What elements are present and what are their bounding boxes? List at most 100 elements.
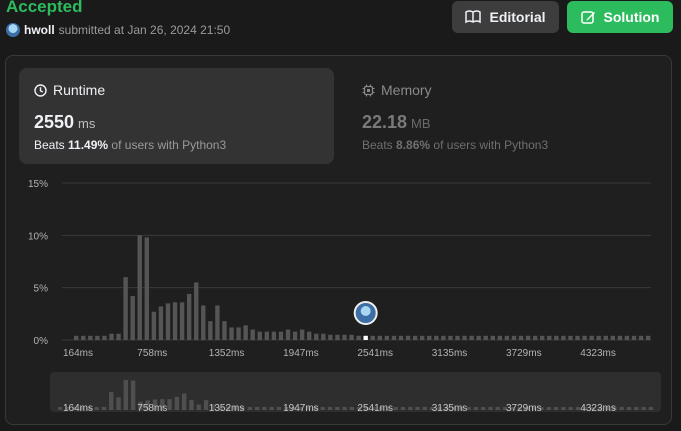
bar[interactable]	[172, 302, 178, 340]
bar[interactable]	[250, 329, 255, 340]
bar[interactable]	[469, 335, 474, 340]
bar[interactable]	[179, 302, 185, 340]
bar[interactable]	[554, 335, 559, 340]
bar[interactable]	[109, 333, 114, 340]
bar[interactable]	[299, 329, 305, 340]
brush-bar	[123, 380, 129, 410]
bar[interactable]	[610, 335, 616, 340]
bar[interactable]	[264, 331, 270, 340]
bar[interactable]	[617, 335, 623, 340]
bar[interactable]	[462, 335, 467, 340]
bar[interactable]	[412, 335, 418, 340]
bar[interactable]	[130, 296, 135, 340]
bar[interactable]	[236, 327, 241, 340]
bar[interactable]	[441, 335, 446, 340]
bar[interactable]	[624, 335, 630, 340]
bar[interactable]	[158, 306, 164, 340]
bar[interactable]	[102, 335, 107, 340]
bar[interactable]	[391, 335, 397, 340]
bar[interactable]	[116, 333, 121, 340]
bar[interactable]	[434, 335, 439, 340]
bar[interactable]	[144, 237, 149, 340]
bar[interactable]	[596, 335, 601, 340]
bar[interactable]	[81, 335, 86, 340]
submitted-time: submitted at Jan 26, 2024 21:50	[58, 23, 231, 37]
avatar[interactable]	[6, 23, 20, 37]
brush-bar	[58, 407, 63, 410]
brush-bar	[203, 400, 209, 410]
editorial-button[interactable]: Editorial	[452, 1, 559, 33]
bar[interactable]	[525, 335, 531, 340]
runtime-distribution-chart[interactable]: 0% 5% 10% 15% 164ms 758ms 1352ms 1947ms 2541ms 31…	[6, 56, 673, 426]
bar[interactable]	[307, 331, 312, 340]
bar[interactable]	[208, 321, 213, 340]
bar[interactable]	[222, 321, 227, 340]
bar[interactable]	[568, 335, 573, 340]
brush-bar	[174, 396, 180, 410]
bar[interactable]	[342, 334, 347, 340]
bar[interactable]	[292, 331, 298, 340]
bar[interactable]	[504, 335, 510, 340]
bar[interactable]	[497, 335, 503, 340]
bar[interactable]	[547, 335, 552, 340]
bar[interactable]	[483, 335, 488, 340]
bar[interactable]	[589, 335, 594, 340]
bar[interactable]	[638, 335, 644, 340]
bar[interactable]	[405, 335, 411, 340]
bar[interactable]	[285, 329, 291, 340]
username-link[interactable]: hwoll	[24, 23, 55, 37]
bar[interactable]	[321, 333, 326, 340]
bar[interactable]	[229, 327, 234, 340]
bar[interactable]	[137, 235, 142, 340]
bar[interactable]	[540, 335, 545, 340]
bar[interactable]	[215, 305, 220, 340]
bar[interactable]	[575, 335, 580, 340]
bar[interactable]	[532, 335, 538, 340]
bar[interactable]	[314, 333, 319, 340]
bar[interactable]	[518, 335, 524, 340]
bar-selected[interactable]	[363, 335, 368, 340]
bar[interactable]	[455, 335, 460, 340]
bar[interactable]	[95, 335, 100, 340]
bar[interactable]	[356, 335, 361, 340]
bar[interactable]	[74, 335, 79, 340]
bar[interactable]	[398, 335, 404, 340]
bar[interactable]	[448, 335, 453, 340]
bar[interactable]	[201, 305, 206, 340]
bar[interactable]	[427, 335, 432, 340]
bar[interactable]	[278, 331, 284, 340]
x-tick-label: 1947ms	[283, 348, 319, 359]
bar[interactable]	[328, 334, 333, 340]
brush-bar	[619, 407, 624, 410]
bar[interactable]	[490, 335, 495, 340]
brush-bar	[109, 392, 114, 410]
bar[interactable]	[631, 335, 637, 340]
bar[interactable]	[511, 335, 517, 340]
bar[interactable]	[88, 335, 93, 340]
bar[interactable]	[123, 277, 128, 340]
bar[interactable]	[384, 335, 390, 340]
bar[interactable]	[603, 335, 608, 340]
bar[interactable]	[476, 335, 481, 340]
brush-bar	[276, 407, 282, 410]
brush-tick-label: 2541ms	[357, 403, 393, 414]
brush-tick-label: 3135ms	[432, 403, 468, 414]
bar[interactable]	[377, 335, 382, 340]
bar[interactable]	[194, 282, 199, 340]
bar[interactable]	[165, 303, 171, 340]
bar[interactable]	[257, 331, 262, 340]
bar[interactable]	[186, 293, 192, 340]
bar[interactable]	[645, 335, 651, 340]
bar[interactable]	[349, 334, 354, 340]
bar[interactable]	[271, 331, 277, 340]
brush-bar	[116, 397, 121, 410]
bar[interactable]	[151, 311, 157, 340]
solution-button[interactable]: Solution	[567, 1, 673, 33]
bar[interactable]	[370, 335, 375, 340]
bar[interactable]	[561, 335, 566, 340]
bar[interactable]	[582, 335, 587, 340]
bar[interactable]	[335, 334, 340, 340]
bar[interactable]	[419, 335, 425, 340]
brush-bar	[415, 407, 420, 410]
bar[interactable]	[243, 325, 248, 340]
